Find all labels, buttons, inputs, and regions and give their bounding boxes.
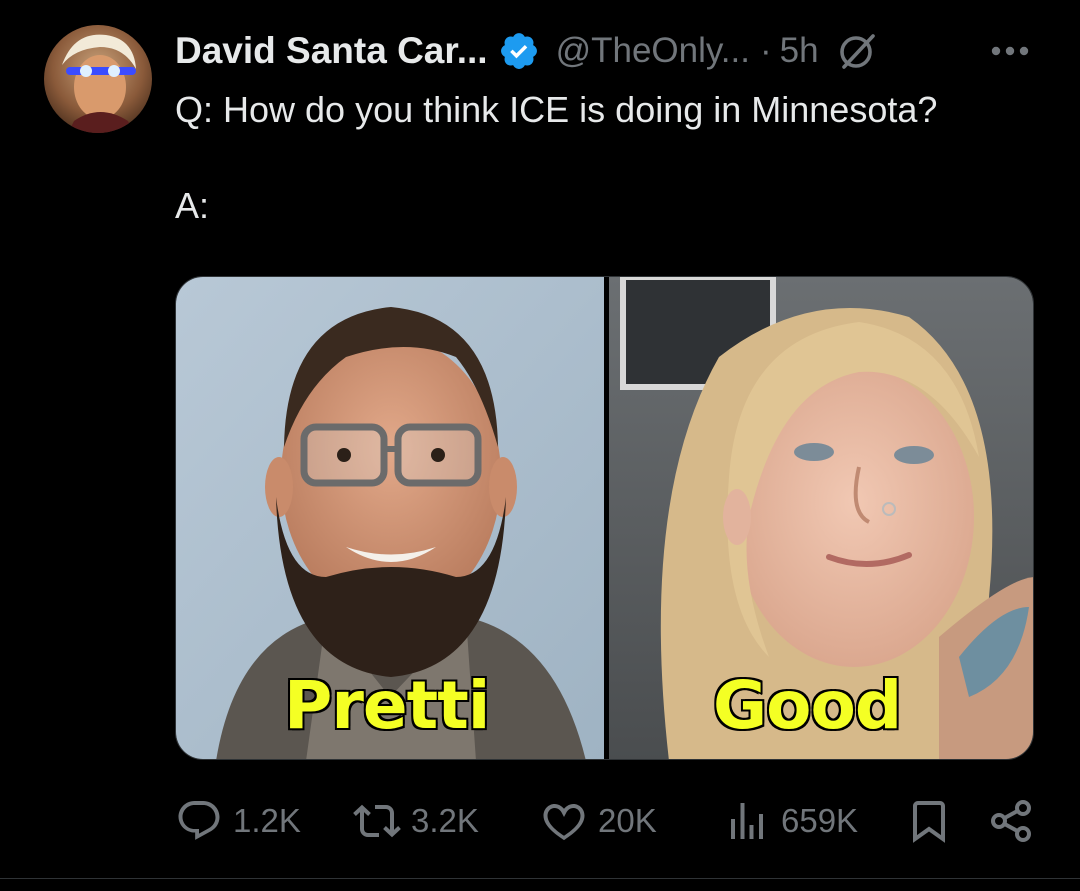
like-count: 20K <box>598 802 657 839</box>
tweet-question: Q: How do you think ICE is doing in Minn… <box>175 89 938 130</box>
tweet-divider <box>0 878 1080 879</box>
timestamp[interactable]: 5h <box>780 31 819 71</box>
retweet-icon <box>353 804 401 838</box>
display-name[interactable]: David Santa Car... <box>175 30 488 72</box>
grok-icon[interactable] <box>837 31 877 71</box>
tweet[interactable]: David Santa Car... @TheOnly... · 5h Q: H… <box>0 0 1080 891</box>
share-icon <box>991 800 1031 842</box>
bookmark-icon <box>913 801 945 843</box>
reply-button[interactable]: 1.2K <box>175 795 301 847</box>
retweet-count: 3.2K <box>411 802 479 839</box>
left-caption: Pretti <box>282 666 491 746</box>
views-icon <box>731 803 763 839</box>
tweet-answer: A: <box>175 185 210 226</box>
verified-badge-icon <box>498 30 540 72</box>
tweet-header: David Santa Car... @TheOnly... · 5h <box>175 26 877 76</box>
more-options-icon[interactable] <box>985 28 1035 74</box>
share-button[interactable] <box>987 795 1035 847</box>
media-left-photo: Pretti <box>176 277 604 759</box>
separator-dot: · <box>759 31 772 70</box>
view-count: 659K <box>781 802 859 839</box>
reply-icon <box>178 801 220 840</box>
tweet-text: Q: How do you think ICE is doing in Minn… <box>175 86 937 230</box>
like-icon <box>543 804 585 841</box>
views-button[interactable]: 659K <box>723 795 858 847</box>
avatar-image <box>44 25 152 133</box>
tweet-actions: 1.2K 3.2K 20K 659K <box>175 795 1035 847</box>
bookmark-button[interactable] <box>905 795 953 847</box>
reply-count: 1.2K <box>233 802 301 839</box>
avatar[interactable] <box>44 25 152 133</box>
handle[interactable]: @TheOnly... <box>556 31 750 71</box>
media-right-photo: Good <box>609 277 1033 759</box>
right-caption: Good <box>711 666 903 746</box>
retweet-button[interactable]: 3.2K <box>353 795 479 847</box>
tweet-media[interactable]: Pretti Good <box>175 276 1034 760</box>
like-button[interactable]: 20K <box>540 795 657 847</box>
